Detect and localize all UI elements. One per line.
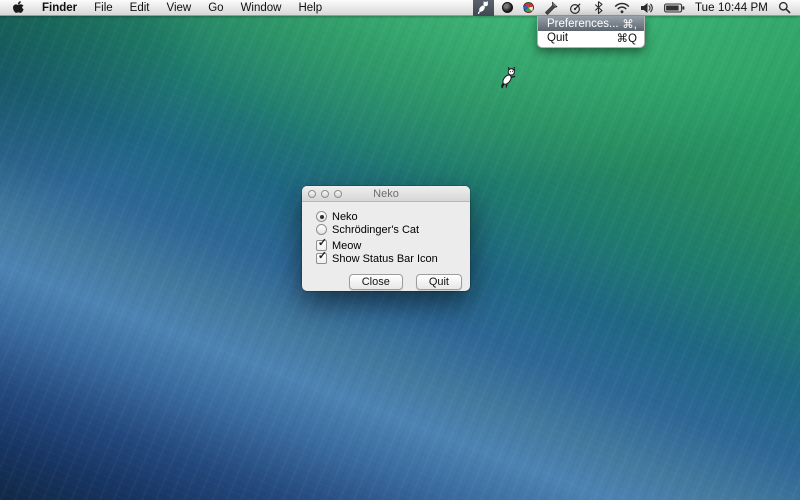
dark-circle-status-icon[interactable] [500, 0, 515, 16]
window-button-row: Close Quit [349, 274, 462, 290]
checkbox-label: Meow [332, 240, 361, 252]
menu-item-view[interactable]: View [167, 0, 192, 16]
menu-item-edit[interactable]: Edit [130, 0, 150, 16]
checkbox-option-show-status-bar-icon[interactable]: ✓ Show Status Bar Icon [316, 252, 438, 265]
battery-glyph [664, 2, 685, 14]
menu-item-quit-shortcut: ⌘Q [617, 31, 637, 45]
menu-item-help[interactable]: Help [298, 0, 322, 16]
radio-button-unselected [316, 224, 327, 235]
gauge-status-icon[interactable] [566, 0, 585, 16]
menu-item-finder[interactable]: Finder [42, 0, 77, 16]
radio-option-schrodingers-cat[interactable]: Schrödinger's Cat [316, 223, 419, 236]
menu-item-preferences-label: Preferences... [547, 18, 619, 30]
apple-menu[interactable] [12, 1, 24, 15]
gauge-glyph [568, 1, 583, 15]
radio-button-selected [316, 211, 327, 222]
checkbox-label: Show Status Bar Icon [332, 253, 438, 265]
menu-bar-status-area: Tue 10:44 PM [473, 0, 800, 15]
spotlight-icon[interactable] [776, 0, 793, 16]
menu-bar-left: Finder File Edit View Go Window Help [0, 0, 322, 16]
check-icon: ✓ [318, 238, 327, 249]
radio-label: Schrödinger's Cat [332, 224, 419, 236]
bluetooth-glyph [593, 1, 604, 14]
color-globe-status-icon[interactable] [521, 0, 536, 16]
menu-bar: Finder File Edit View Go Window Help [0, 0, 800, 16]
check-icon: ✓ [318, 251, 327, 262]
radio-label: Neko [332, 211, 358, 223]
volume-icon[interactable] [638, 0, 656, 16]
flashlight-status-icon[interactable] [542, 0, 560, 16]
menu-item-preferences[interactable]: Preferences... ⌘, [538, 16, 644, 31]
bluetooth-icon[interactable] [591, 0, 606, 16]
window-title-bar[interactable]: Neko [302, 186, 470, 202]
cat-eye-right [512, 71, 513, 72]
neko-cat-sprite [500, 67, 517, 89]
neko-status-icon[interactable] [473, 0, 494, 16]
spotlight-glyph [778, 1, 791, 14]
window-title: Neko [302, 188, 470, 200]
radio-option-neko[interactable]: Neko [316, 210, 358, 223]
menu-bar-clock[interactable]: Tue 10:44 PM [693, 0, 770, 16]
checkbox-checked: ✓ [316, 253, 327, 264]
neko-status-dropdown: Preferences... ⌘, Quit ⌘Q [537, 16, 645, 48]
quit-button[interactable]: Quit [416, 274, 462, 290]
menu-item-quit-label: Quit [547, 32, 568, 44]
wifi-icon[interactable] [612, 0, 632, 16]
battery-icon[interactable] [662, 0, 687, 16]
menu-item-file[interactable]: File [94, 0, 113, 16]
flashlight-glyph [544, 1, 558, 15]
close-button[interactable]: Close [349, 274, 403, 290]
cat-eye-left [510, 71, 511, 72]
cat-status-glyph [477, 1, 490, 14]
apple-icon [12, 1, 24, 15]
cat-head [508, 69, 514, 75]
menu-item-window[interactable]: Window [241, 0, 282, 16]
wifi-glyph [614, 2, 630, 14]
menu-item-go[interactable]: Go [208, 0, 223, 16]
menu-item-quit[interactable]: Quit ⌘Q [538, 31, 644, 45]
neko-window: Neko Neko Schrödinger's Cat ✓ Meow ✓ Sho… [302, 186, 470, 291]
menu-item-preferences-shortcut: ⌘, [622, 17, 637, 31]
volume-glyph [640, 2, 654, 14]
